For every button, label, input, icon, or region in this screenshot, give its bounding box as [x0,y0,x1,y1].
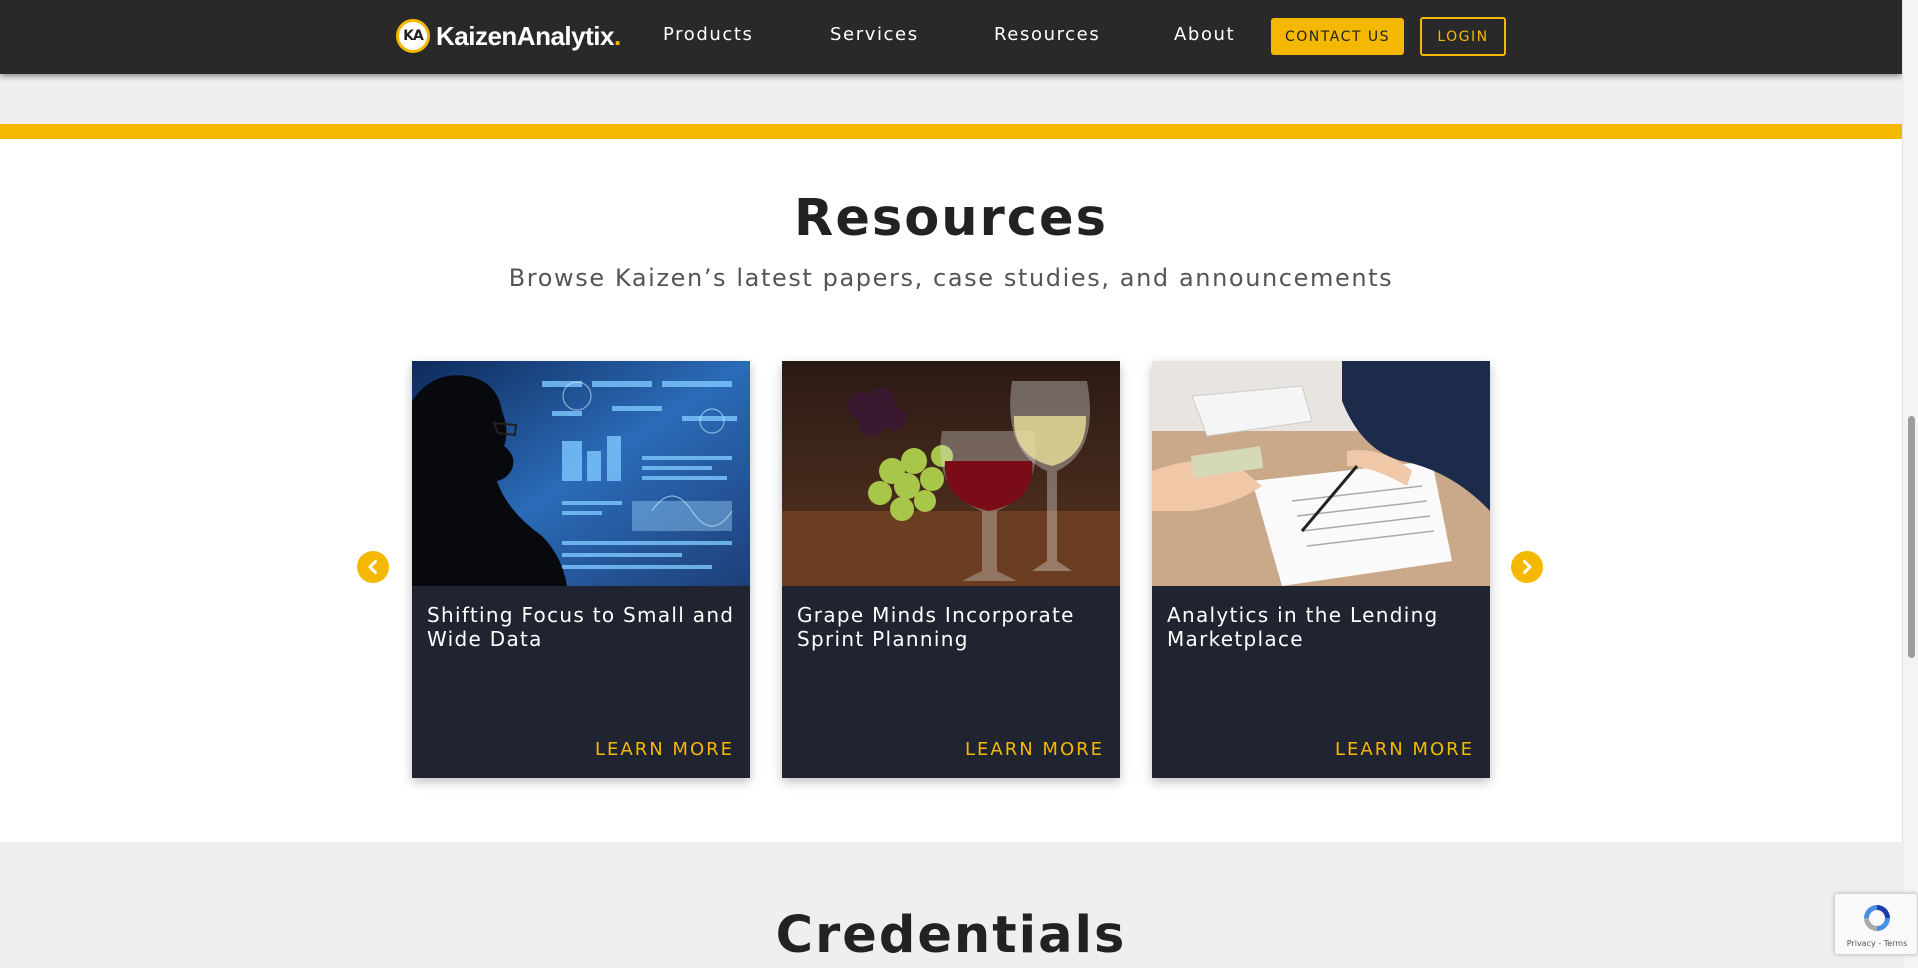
recaptcha-badge[interactable]: Privacy - Terms [1834,893,1918,955]
resource-card[interactable]: Shifting Focus to Small and Wide Data LE… [412,361,750,778]
carousel-prev-button[interactable] [357,551,389,583]
learn-more-link[interactable]: LEARN MORE [595,739,734,760]
resource-card[interactable]: Grape Minds Incorporate Sprint Planning … [782,361,1120,778]
learn-more-link[interactable]: LEARN MORE [965,739,1104,760]
carousel-next-button[interactable] [1511,551,1543,583]
resources-subtitle: Browse Kaizen’s latest papers, case stud… [508,264,1394,292]
chevron-left-icon [368,560,377,574]
nav-link-products[interactable]: Products [663,24,754,45]
resource-card[interactable]: Analytics in the Lending Marketplace LEA… [1152,361,1490,778]
scrollbar-thumb[interactable] [1908,416,1915,658]
card-title: Shifting Focus to Small and Wide Data [427,603,735,651]
nav-link-resources[interactable]: Resources [994,24,1100,45]
accent-divider [0,124,1902,139]
top-navbar: KA KaizenAnalytix. Products Services Res… [0,0,1902,74]
contact-us-button[interactable]: CONTACT US [1271,18,1404,55]
recaptcha-links[interactable]: Privacy - Terms [1835,939,1918,948]
chevron-right-icon [1523,560,1532,574]
page-scrollbar[interactable] [1902,0,1918,968]
nav-link-about[interactable]: About [1174,24,1235,45]
learn-more-link[interactable]: LEARN MORE [1335,739,1474,760]
card-title: Analytics in the Lending Marketplace [1167,603,1439,651]
card-image-data-analyst [412,361,750,586]
login-button[interactable]: LOGIN [1420,17,1506,56]
card-image-lending [1152,361,1490,586]
card-title: Grape Minds Incorporate Sprint Planning [797,603,1075,651]
kaizen-logo[interactable]: KA KaizenAnalytix. [396,18,621,54]
card-image-wine [782,361,1120,586]
nav-link-services[interactable]: Services [830,24,919,45]
logo-mark-icon: KA [396,19,430,53]
logo-text: KaizenAnalytix. [436,20,621,51]
resources-section: Resources Browse Kaizen’s latest papers,… [0,139,1902,842]
resources-title: Resources [794,189,1108,248]
credentials-title: Credentials [775,906,1127,965]
page: KA KaizenAnalytix. Products Services Res… [0,0,1902,968]
recaptcha-icon [1864,905,1890,931]
